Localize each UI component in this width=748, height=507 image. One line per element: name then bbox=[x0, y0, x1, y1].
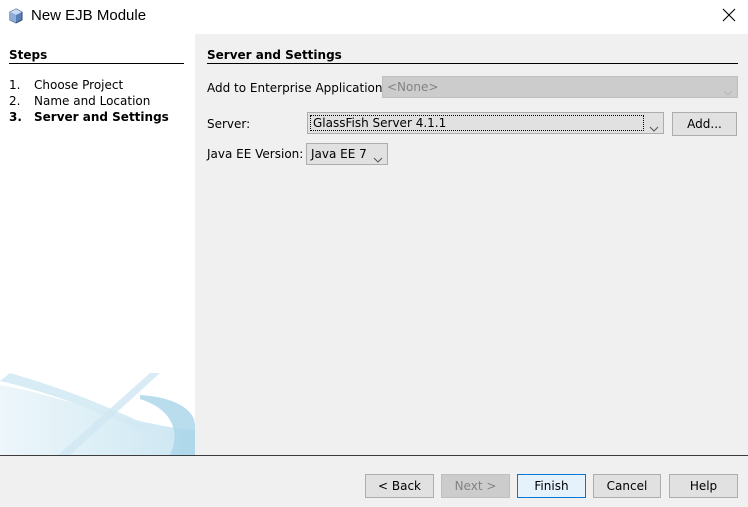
step-number: 1. bbox=[9, 78, 21, 92]
steps-title: Steps bbox=[9, 48, 48, 62]
server-value: GlassFish Server 4.1.1 bbox=[310, 115, 644, 131]
footer-divider bbox=[0, 455, 748, 456]
step-item: 2. Name and Location bbox=[9, 93, 169, 109]
step-label: Name and Location bbox=[34, 94, 151, 108]
enterprise-app-value: <None> bbox=[387, 80, 439, 94]
step-item-current: 3. Server and Settings bbox=[9, 109, 169, 125]
chevron-down-icon bbox=[373, 150, 383, 163]
step-label: Choose Project bbox=[34, 78, 124, 92]
decorative-swoosh-graphic bbox=[0, 373, 195, 455]
server-label: Server: bbox=[207, 117, 251, 131]
enterprise-app-dropdown[interactable]: <None> bbox=[382, 76, 738, 98]
chevron-down-icon bbox=[649, 119, 659, 132]
ejb-module-cube-icon bbox=[8, 8, 24, 24]
chevron-down-icon bbox=[723, 83, 733, 96]
java-ee-version-dropdown[interactable]: Java EE 7 bbox=[306, 143, 388, 165]
add-server-button[interactable]: Add... bbox=[672, 112, 737, 136]
close-button[interactable] bbox=[710, 0, 748, 32]
cancel-button[interactable]: Cancel bbox=[593, 474, 661, 498]
step-number: 3. bbox=[9, 110, 22, 124]
finish-button[interactable]: Finish bbox=[517, 474, 586, 498]
java-ee-version-label: Java EE Version: bbox=[207, 147, 304, 161]
back-button[interactable]: < Back bbox=[365, 474, 434, 498]
step-item: 1. Choose Project bbox=[9, 77, 169, 93]
title-bar: New EJB Module bbox=[0, 0, 748, 34]
steps-panel: Steps 1. Choose Project 2. Name and Loca… bbox=[0, 34, 195, 455]
settings-panel: Server and Settings Add to Enterprise Ap… bbox=[195, 34, 748, 455]
java-ee-version-value: Java EE 7 bbox=[311, 147, 367, 161]
help-button[interactable]: Help bbox=[669, 474, 738, 498]
close-icon bbox=[722, 8, 736, 25]
enterprise-app-label: Add to Enterprise Application: bbox=[207, 81, 387, 95]
steps-list: 1. Choose Project 2. Name and Location 3… bbox=[9, 77, 169, 125]
steps-divider bbox=[9, 63, 184, 64]
window-title: New EJB Module bbox=[31, 7, 147, 24]
section-divider bbox=[207, 63, 738, 64]
next-button[interactable]: Next > bbox=[441, 474, 510, 498]
section-title: Server and Settings bbox=[207, 48, 342, 62]
server-dropdown[interactable]: GlassFish Server 4.1.1 bbox=[307, 112, 664, 134]
step-number: 2. bbox=[9, 94, 21, 108]
step-label: Server and Settings bbox=[34, 110, 169, 124]
